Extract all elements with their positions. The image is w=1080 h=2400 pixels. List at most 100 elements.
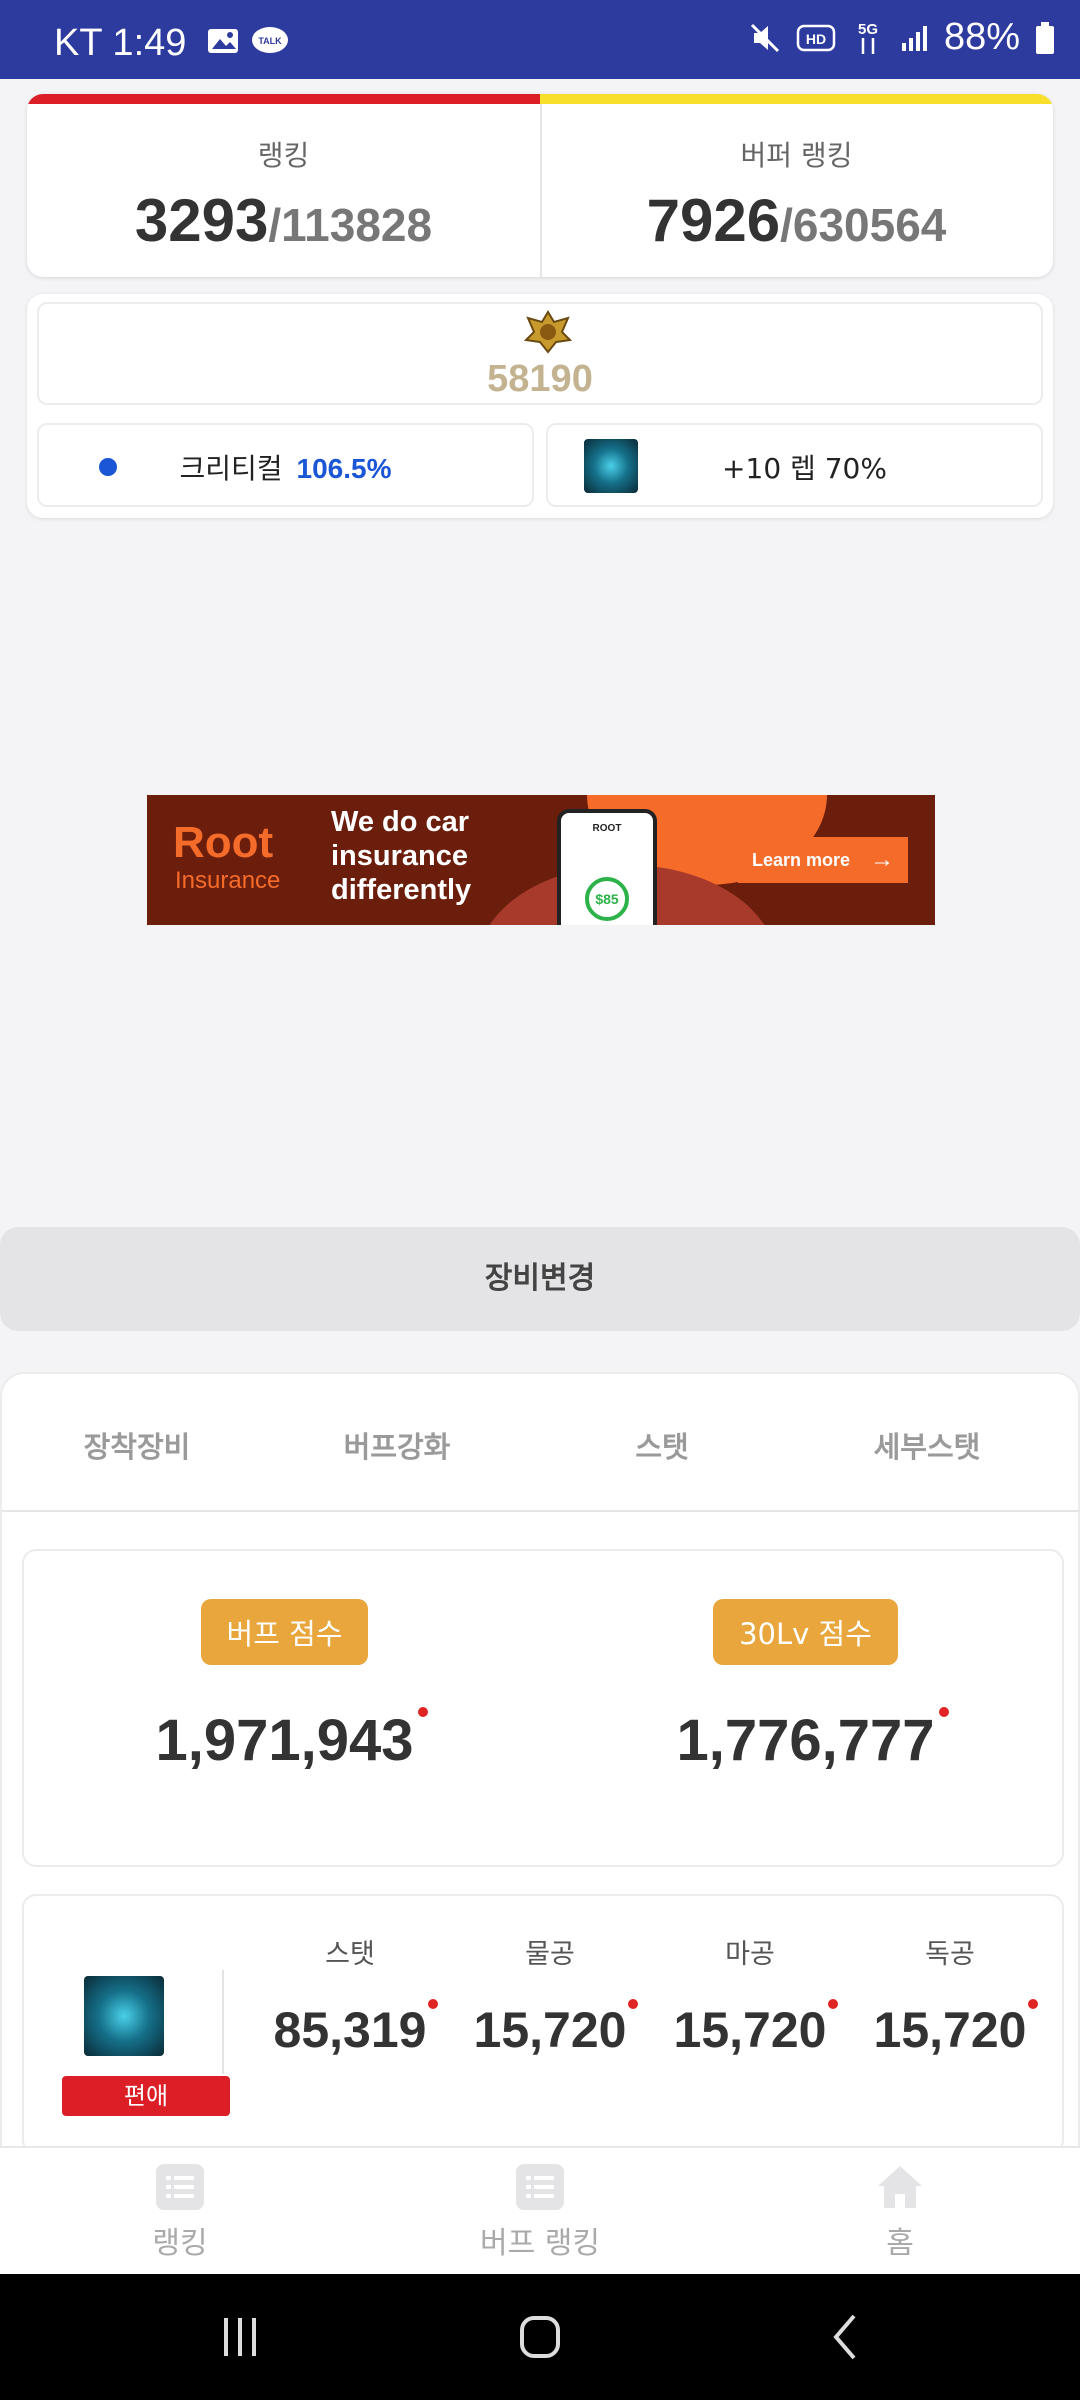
rank-emblem-icon	[524, 310, 572, 354]
lv30-score-label: 30Lv 점수	[713, 1599, 898, 1665]
recent-apps-icon[interactable]	[210, 2312, 270, 2362]
critical-label: 크리티컬	[179, 452, 283, 485]
ad-phone-image: ROOT $85	[557, 809, 657, 925]
back-icon[interactable]	[816, 2312, 876, 2362]
pet-box: +10 렙 70%	[546, 423, 1043, 507]
stat-value: 15,720	[673, 1999, 839, 2059]
tab-equipped-gear[interactable]: 장착장비	[2, 1424, 272, 1466]
nav-home[interactable]: 홈	[720, 2164, 1080, 2262]
stat-header: 독공	[925, 1939, 975, 1970]
pet-text: +10 렙 70%	[722, 452, 887, 485]
home-icon	[878, 2166, 922, 2208]
ranking-column[interactable]: 랭킹 3293/113828	[27, 104, 540, 277]
battery-icon	[1036, 21, 1054, 54]
nav-buffer-ranking-label: 버프 랭킹	[480, 2226, 600, 2261]
ad-phone-amount: $85	[595, 891, 619, 907]
tab-detail-stats[interactable]: 세부스탯	[792, 1424, 1062, 1466]
battery-percent: 88%	[943, 16, 1020, 58]
bottom-nav: 랭킹 버프 랭킹 홈	[0, 2146, 1080, 2274]
ad-cta-button[interactable]: Learn more →	[738, 837, 908, 883]
mute-icon	[750, 23, 779, 52]
network-label: 5G	[858, 21, 878, 38]
stat-number: 15,720	[673, 2002, 827, 2058]
ad-cta-label: Learn more	[752, 850, 851, 870]
ad-brand-sub: Insurance	[175, 867, 281, 894]
signal-icon	[901, 25, 927, 51]
buff-score-label: 버프 점수	[200, 1599, 369, 1665]
stat-number: 15,720	[473, 2002, 627, 2058]
status-bar: KT 1:49 TALK HD 5G 88%	[0, 0, 1080, 79]
nav-ranking[interactable]: 랭킹	[0, 2164, 360, 2262]
svg-text:TALK: TALK	[258, 36, 282, 46]
svg-text:HD: HD	[806, 31, 826, 47]
buff-score-value: 1,971,943	[155, 1707, 428, 1774]
carrier-time: KT 1:49	[54, 22, 187, 64]
buffer-ranking-column[interactable]: 버퍼 랭킹 7926/630564	[540, 104, 1053, 277]
favorite-tag: 편애	[62, 2076, 230, 2116]
lv30-score-column: 30Lv 점수 1,776,777	[545, 1599, 1066, 1774]
divider	[222, 1970, 224, 2074]
gallery-icon	[208, 29, 238, 53]
home-button-icon[interactable]	[510, 2312, 570, 2362]
list-icon	[516, 2164, 564, 2210]
stat-value: 85,319	[273, 1999, 439, 2059]
stat-value: 15,720	[473, 1999, 639, 2059]
stat-value: 15,720	[873, 1999, 1039, 2059]
list-icon	[156, 2164, 204, 2210]
critical-row: 크리티컬 106.5%	[39, 447, 532, 487]
ranking-accent-bar	[27, 94, 540, 104]
stats-card: 편애 스탯 85,319 물공 15,720 마공 15,720 독공 15,7…	[22, 1894, 1064, 2154]
buffer-ranking-label: 버퍼 랭킹	[740, 139, 853, 172]
score-value: 58190	[487, 358, 593, 400]
stat-number: 15,720	[873, 2002, 1027, 2058]
ranking-total: /113828	[268, 199, 433, 251]
red-dot-icon	[828, 1999, 839, 2009]
stat-header: 물공	[525, 1939, 575, 1970]
red-dot-icon	[938, 1707, 949, 1717]
red-dot-icon	[428, 1999, 439, 2009]
critical-value: 106.5%	[296, 453, 392, 484]
kakaotalk-icon: TALK	[252, 27, 288, 53]
tab-buff-enhance[interactable]: 버프강화	[262, 1424, 532, 1466]
buffer-ranking-rank: 7926	[646, 187, 781, 254]
red-dot-icon	[628, 1999, 639, 2009]
ad-headline: We do car insurance differently	[331, 806, 472, 906]
buffer-ranking-accent-bar	[540, 94, 1053, 104]
stat-number: 85,319	[273, 2002, 427, 2058]
equip-change-button[interactable]: 장비변경	[0, 1227, 1080, 1331]
buff-score-card: 버프 점수 1,971,943 30Lv 점수 1,776,777	[22, 1549, 1064, 1867]
ranking-card: 랭킹 3293/113828 버퍼 랭킹 7926/630564	[27, 94, 1053, 277]
score-box: 58190	[37, 302, 1043, 405]
lv30-score-number: 1,776,777	[676, 1708, 935, 1773]
lv30-score-value: 1,776,777	[676, 1707, 949, 1774]
tab-stats[interactable]: 스탯	[527, 1424, 797, 1466]
ranking-rank: 3293	[134, 187, 269, 254]
nav-home-label: 홈	[886, 2226, 914, 2261]
score-card: 58190 크리티컬 106.5% +10 렙 70%	[27, 294, 1053, 518]
red-dot-icon	[1028, 1999, 1039, 2009]
arrow-right-icon: →	[870, 846, 894, 873]
buffer-ranking-value: 7926/630564	[540, 186, 1053, 255]
nav-buffer-ranking[interactable]: 버프 랭킹	[360, 2164, 720, 2262]
ad-banner[interactable]: Root Insurance We do car insurance diffe…	[147, 795, 935, 925]
buffer-ranking-total: /630564	[780, 199, 947, 251]
ad-phone-logo: ROOT	[592, 823, 622, 834]
system-nav-bar	[0, 2274, 1080, 2400]
ranking-label: 랭킹	[257, 139, 310, 172]
hd-icon: HD	[796, 24, 836, 51]
nav-ranking-label: 랭킹	[152, 2226, 208, 2261]
stat-column: 마공 15,720	[650, 1932, 850, 2059]
ad-brand: Root	[173, 818, 274, 867]
5g-icon: 5G	[858, 21, 878, 54]
critical-box: 크리티컬 106.5%	[37, 423, 534, 507]
stat-column: 독공 15,720	[850, 1932, 1050, 2059]
buff-score-column: 버프 점수 1,971,943	[24, 1599, 545, 1774]
tab-bar: 장착장비 버프강화 스탯 세부스탯	[2, 1374, 1080, 1512]
stat-header: 스탯	[325, 1939, 375, 1970]
stat-header: 마공	[725, 1939, 775, 1970]
red-dot-icon	[417, 1707, 428, 1717]
pet-icon	[84, 1976, 164, 2056]
stat-column: 물공 15,720	[450, 1932, 650, 2059]
ranking-value: 3293/113828	[27, 186, 540, 255]
buff-score-number: 1,971,943	[155, 1708, 414, 1773]
